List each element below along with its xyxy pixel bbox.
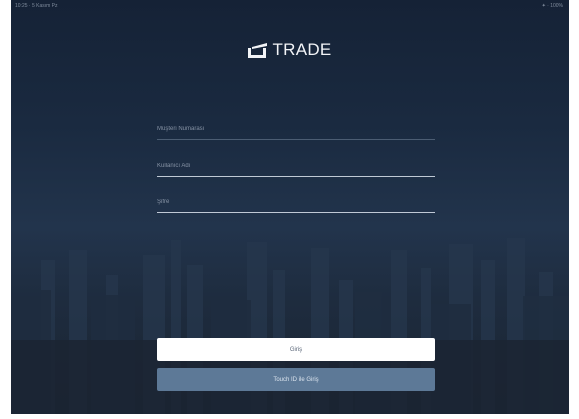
trade-logo-icon (248, 42, 268, 58)
status-battery: ✦ · 100% (541, 3, 563, 9)
status-time: 10:25 · 5 Kasım Pz (15, 3, 58, 9)
customer-number-field[interactable] (157, 120, 435, 140)
field-underline (157, 176, 435, 177)
login-screen: 10:25 · 5 Kasım Pz ✦ · 100% TRADE Müşter… (11, 0, 569, 414)
field-underline (157, 139, 435, 140)
customer-number-input[interactable] (157, 120, 435, 138)
field-underline (157, 212, 435, 213)
status-bar: 10:25 · 5 Kasım Pz ✦ · 100% (11, 0, 569, 12)
username-field[interactable] (157, 157, 435, 177)
touch-id-login-button[interactable]: Touch ID ile Giriş (157, 368, 435, 391)
trade-logo: TRADE (11, 39, 569, 61)
password-field[interactable] (157, 193, 435, 213)
logo-text: TRADE (272, 40, 332, 59)
username-input[interactable] (157, 157, 435, 175)
password-input[interactable] (157, 193, 435, 211)
login-button[interactable]: Giriş (157, 338, 435, 361)
